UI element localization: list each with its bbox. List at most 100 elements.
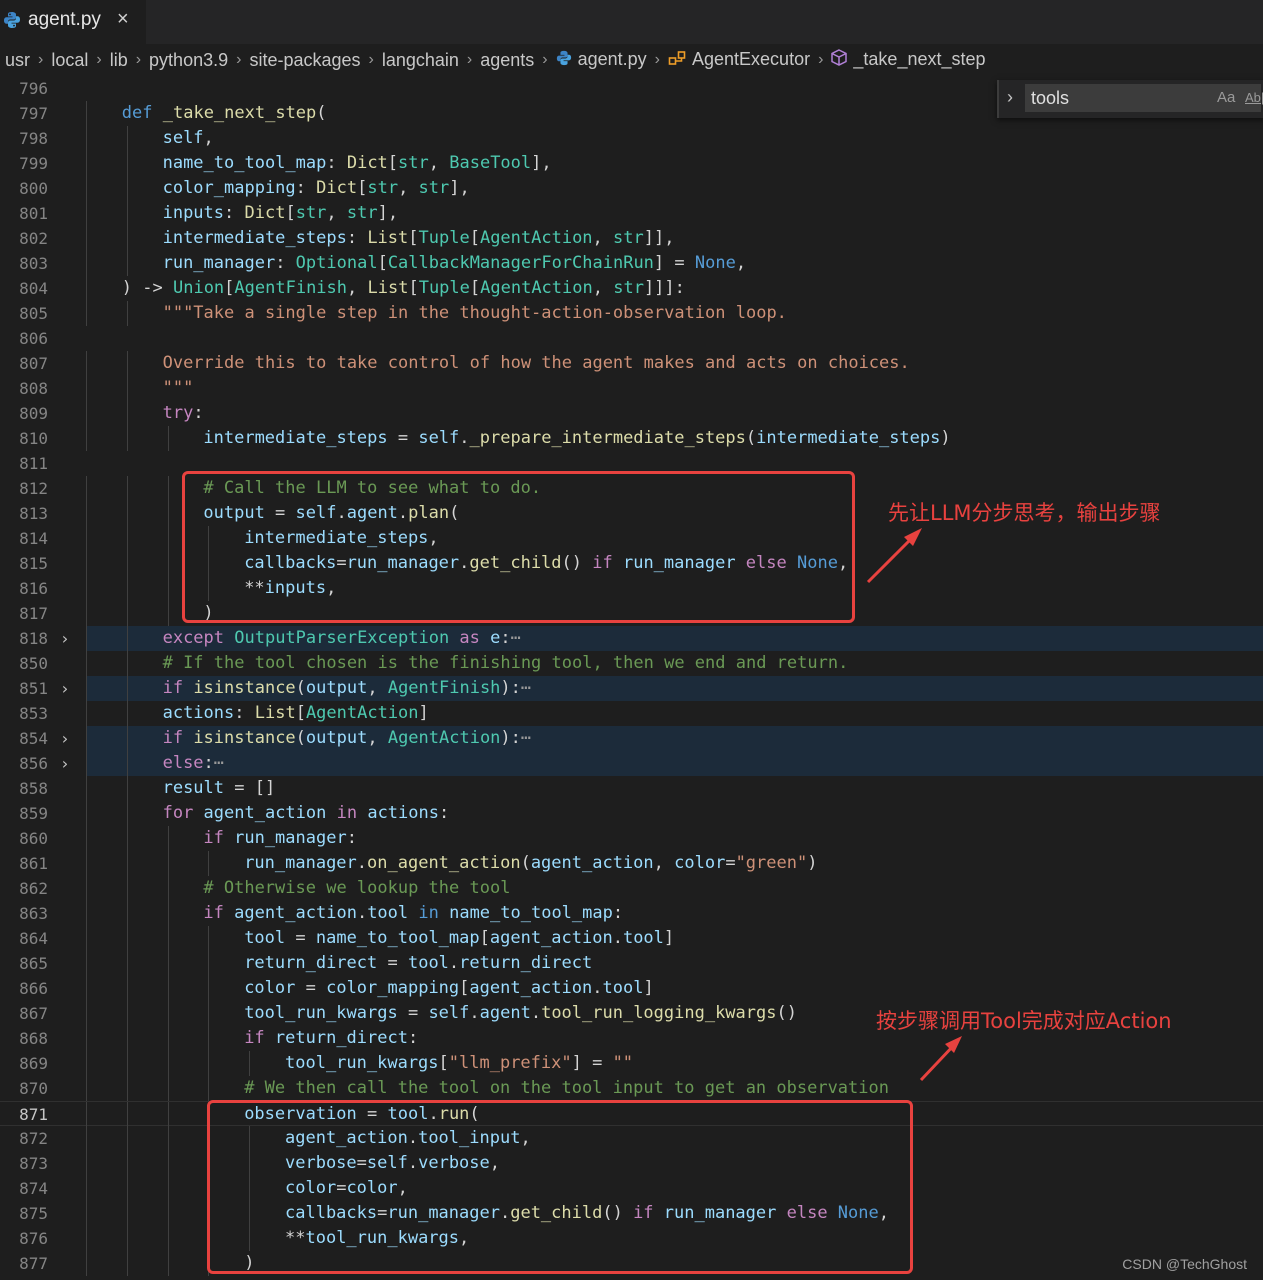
code-line[interactable]: 807 Override this to take control of how … — [0, 351, 1263, 376]
breadcrumb-item[interactable]: lib — [110, 50, 128, 71]
breadcrumb-item[interactable]: local — [51, 50, 88, 71]
code-token: agent_action — [203, 803, 337, 823]
breadcrumb-item[interactable]: AgentExecutor — [668, 49, 810, 71]
code-token: str — [613, 228, 644, 248]
chevron-right-icon: › — [542, 51, 548, 68]
code-line[interactable]: 863 if agent_action.tool in name_to_tool_… — [0, 901, 1263, 926]
code-line[interactable]: 800 color_mapping: Dict[str, str], — [0, 176, 1263, 201]
chevron-right-icon: › — [38, 51, 44, 68]
line-number: 873 — [19, 1154, 48, 1173]
code-line[interactable]: 851 › if isinstance(output, AgentFinish):⋯ — [0, 676, 1263, 701]
indent-guide — [86, 1251, 87, 1276]
match-case-toggle[interactable]: Aa — [1217, 89, 1235, 106]
code-line[interactable]: 802 intermediate_steps: List[Tuple[AgentA… — [0, 226, 1263, 251]
code-line[interactable]: 861 run_manager.on_agent_action(agent_act… — [0, 851, 1263, 876]
indent-guide — [126, 1201, 128, 1226]
indent-guide — [126, 576, 128, 601]
chevron-right-icon[interactable]: › — [60, 676, 70, 701]
code-line[interactable]: 854 › if isinstance(output, AgentAction):⋯ — [0, 726, 1263, 751]
indent-guide — [86, 1226, 87, 1251]
code-line[interactable]: 804) -> Union[AgentFinish, List[Tuple[Ag… — [0, 276, 1263, 301]
indent-guide — [126, 501, 128, 526]
code-token: if — [162, 678, 194, 698]
code-line[interactable]: 803 run_manager: Optional[CallbackManager… — [0, 251, 1263, 276]
line-number: 804 — [19, 279, 48, 298]
indent-guide — [167, 1176, 169, 1201]
code-line[interactable]: 853 actions: List[AgentAction] — [0, 701, 1263, 726]
code-line[interactable]: 856 › else:⋯ — [0, 751, 1263, 776]
code-line[interactable]: 801 inputs: Dict[str, str], — [0, 201, 1263, 226]
code-token: ], — [377, 203, 399, 223]
line-number: 876 — [19, 1229, 48, 1248]
chevron-right-icon[interactable]: › — [1007, 87, 1013, 108]
code-token: tool — [367, 903, 419, 923]
code-line[interactable]: 805 """Take a single step in the thought-… — [0, 301, 1263, 326]
line-number: 814 — [19, 529, 48, 548]
code-line[interactable]: 850 # If the tool chosen is the finishing… — [0, 651, 1263, 676]
chevron-right-icon[interactable]: › — [60, 726, 70, 751]
breadcrumb-item[interactable]: python3.9 — [149, 50, 228, 71]
breadcrumb-label: python3.9 — [149, 49, 229, 70]
code-token: . — [459, 428, 470, 448]
find-widget: › tools Aa Ab| — [997, 80, 1263, 118]
code-line[interactable]: 810 intermediate_steps = self._prepare_in… — [0, 426, 1263, 451]
indent-guide — [86, 576, 87, 601]
code-line[interactable]: 798 self, — [0, 126, 1263, 151]
code-token: # We then call the tool on the tool inpu… — [244, 1078, 889, 1098]
breadcrumb-item[interactable]: agent.py — [556, 49, 647, 71]
line-number: 853 — [19, 704, 48, 723]
line-number: 796 — [19, 79, 48, 98]
code-line[interactable]: 864 tool = name_to_tool_map[agent_action.… — [0, 926, 1263, 951]
code-line[interactable]: 870 # We then call the tool on the tool i… — [0, 1076, 1263, 1101]
code-line[interactable]: 809 try: — [0, 401, 1263, 426]
indent-guide — [126, 1051, 128, 1076]
code-line[interactable]: 869 tool_run_kwargs["llm_prefix"] = "" — [0, 1051, 1263, 1076]
breadcrumb-item[interactable]: langchain — [382, 50, 459, 71]
code-text: """Take a single step in the thought-act… — [163, 301, 787, 326]
chevron-right-icon[interactable]: › — [60, 626, 70, 651]
indent-guide — [126, 701, 128, 726]
code-line[interactable]: 799 name_to_tool_map: Dict[str, BaseTool]… — [0, 151, 1263, 176]
code-token: in — [418, 903, 450, 923]
code-token: = — [285, 928, 316, 948]
code-token: = — [377, 953, 408, 973]
whole-word-toggle[interactable]: Ab| — [1245, 90, 1263, 105]
code-token: = — [725, 853, 736, 873]
chevron-right-icon: › — [466, 51, 473, 68]
code-line[interactable]: 818 › except OutputParserException as e:⋯ — [0, 626, 1263, 651]
code-line[interactable]: 862 # Otherwise we lookup the tool — [0, 876, 1263, 901]
breadcrumb-item[interactable]: agents — [480, 50, 534, 71]
breadcrumb-item[interactable]: usr — [5, 50, 30, 71]
code-line[interactable]: 806 — [0, 326, 1263, 351]
code-token: def — [121, 103, 163, 123]
code-token: intermediate_steps — [756, 428, 941, 448]
code-token: : — [234, 703, 255, 723]
code-token: . — [612, 928, 623, 948]
close-icon[interactable]: × — [117, 8, 129, 31]
code-line[interactable]: 808 """ — [0, 376, 1263, 401]
chevron-right-icon: › — [368, 51, 374, 68]
code-token: run_manager — [162, 253, 276, 273]
code-token: self — [418, 428, 460, 448]
breadcrumb-item[interactable]: site-packages — [249, 50, 360, 71]
line-number: 864 — [19, 929, 48, 948]
code-line[interactable]: 860 if run_manager: — [0, 826, 1263, 851]
line-number: 871 — [19, 1105, 48, 1124]
code-line[interactable]: 858 result = [] — [0, 776, 1263, 801]
indent-guide — [126, 1151, 128, 1176]
code-line[interactable]: 865 return_direct = tool.return_direct — [0, 951, 1263, 976]
indent-guide — [86, 851, 87, 876]
code-token: str — [398, 153, 429, 173]
code-token: self — [162, 128, 204, 148]
breadcrumb-item[interactable]: _take_next_step — [831, 49, 986, 71]
chevron-right-icon[interactable]: › — [60, 751, 70, 776]
indent-guide — [86, 1001, 87, 1026]
code-token: "llm_prefix" — [448, 1053, 572, 1073]
tab-agent-py[interactable]: agent.py × — [0, 0, 146, 44]
code-token: return_direct — [459, 953, 593, 973]
code-line[interactable]: 859 for agent_action in actions: — [0, 801, 1263, 826]
indent-guide — [167, 1226, 169, 1251]
code-text: if isinstance(output, AgentFinish):⋯ — [163, 676, 532, 701]
code-line[interactable]: 866 color = color_mapping[agent_action.to… — [0, 976, 1263, 1001]
code-token: , — [326, 203, 347, 223]
